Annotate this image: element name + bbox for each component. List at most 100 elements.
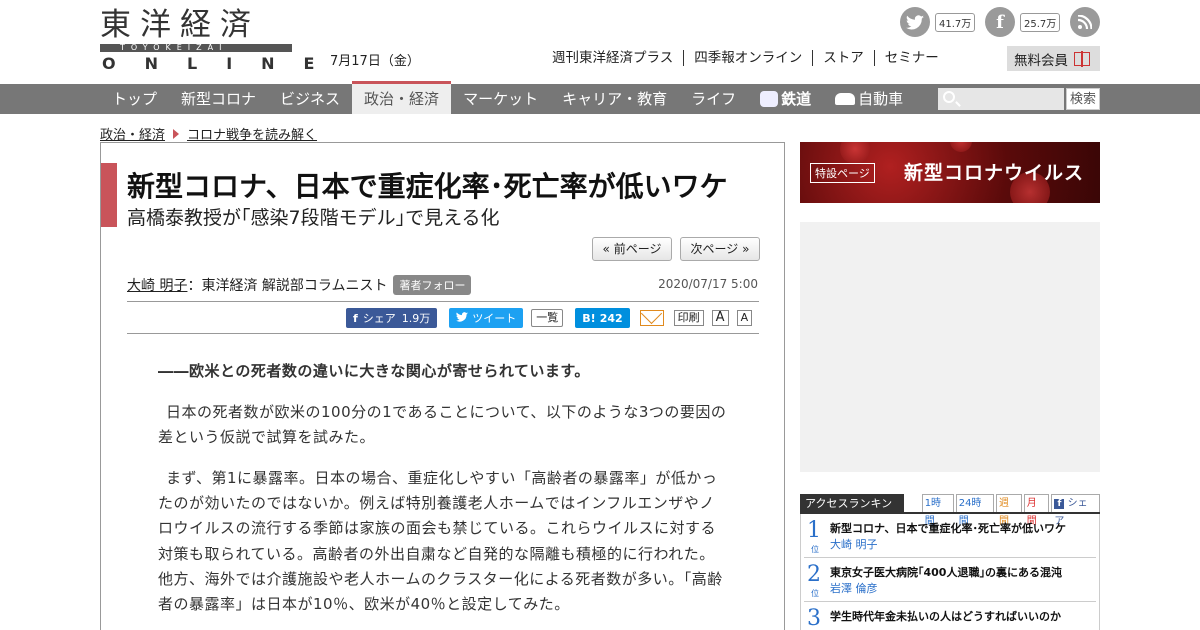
prev-page-button[interactable]: « 前ページ: [592, 237, 672, 261]
rank-number: 3位: [807, 606, 821, 630]
ranking-item[interactable]: 2位 東京女子医大病院｢400人退職｣の裏にある混沌 岩澤 倫彦: [804, 558, 1096, 602]
rank-suffix: 位: [811, 589, 819, 598]
nav-career[interactable]: キャリア・教育: [550, 84, 679, 114]
topnav-store[interactable]: ストア: [812, 50, 874, 66]
facebook-icon: f: [985, 7, 1015, 37]
topnav-seminar[interactable]: セミナー: [873, 50, 949, 66]
twitter-follow[interactable]: 41.7万: [900, 6, 976, 38]
article-lead: ――欧米との死者数の違いに大きな関心が寄せられています。: [158, 362, 590, 380]
print-button[interactable]: 印刷: [673, 310, 704, 326]
twitter-share-icon: [456, 311, 469, 325]
rank-digit: 2: [807, 562, 821, 587]
nav-top[interactable]: トップ: [100, 84, 169, 114]
free-member-button[interactable]: 無料会員: [1007, 46, 1100, 71]
facebook-follow[interactable]: f 25.7万: [985, 6, 1061, 38]
topnav-weekly-plus[interactable]: 週刊東洋経済プラス: [552, 50, 683, 66]
breadcrumb-series[interactable]: コロナ戦争を読み解く: [187, 124, 317, 143]
facebook-icon: f: [1054, 499, 1065, 509]
ranking-item-author[interactable]: 岩澤 倫彦: [830, 580, 878, 596]
ranking-tab-1h[interactable]: 1時間: [921, 494, 954, 527]
ad-slot[interactable]: [800, 222, 1100, 472]
banner-tag: 特設ページ: [810, 163, 875, 183]
rss-icon: [1070, 7, 1100, 37]
font-large-button[interactable]: A: [711, 310, 729, 326]
fb-share-count: 1.9万: [401, 312, 431, 325]
author-affiliation: ：東洋経済 解説部コラムニスト: [187, 278, 388, 294]
nav-politics-economy[interactable]: 政治・経済: [352, 81, 452, 114]
nav-railway-label: 鉄道: [781, 90, 812, 108]
font-small-button[interactable]: A: [736, 310, 753, 326]
nav-automobile[interactable]: 自動車: [823, 84, 915, 114]
ranking-list: 1位 新型コロナ、日本で重症化率･死亡率が低いワケ 大崎 明子 2位 東京女子医…: [800, 514, 1100, 630]
rank-suffix: 位: [811, 545, 819, 554]
ranking-item-title[interactable]: 学生時代年金未払いの人はどうすればいいのか: [830, 608, 1061, 624]
rank-digit: 1: [807, 518, 821, 543]
tweet-button[interactable]: ツイート: [449, 308, 524, 328]
logo-romaji: TOYOKEIZAI: [120, 43, 228, 52]
ranking-tab-weekly[interactable]: 週間: [995, 494, 1022, 527]
ranking-item[interactable]: 1位 新型コロナ、日本で重症化率･死亡率が低いワケ 大崎 明子: [804, 514, 1096, 558]
search-button[interactable]: 検索: [1066, 88, 1100, 110]
fb-share-label: シェア: [362, 312, 396, 325]
rank-number: 2位: [807, 562, 821, 598]
ranking-item[interactable]: 3位 学生時代年金未払いの人はどうすればいいのか: [804, 602, 1096, 630]
ranking-tab-share[interactable]: f シェア: [1051, 494, 1101, 527]
ranking-item-title[interactable]: 新型コロナ、日本で重症化率･死亡率が低いワケ: [830, 520, 1066, 536]
divider: [127, 301, 759, 302]
ranking-tab-24h[interactable]: 24時間: [955, 494, 994, 527]
author-name[interactable]: 大崎 明子: [127, 275, 187, 295]
nav-market[interactable]: マーケット: [451, 84, 550, 114]
next-page-button[interactable]: 次ページ »: [680, 237, 760, 261]
nav-life[interactable]: ライフ: [679, 84, 748, 114]
mail-icon[interactable]: [639, 310, 664, 326]
nav-covid[interactable]: 新型コロナ: [169, 84, 268, 114]
site-logo[interactable]: 東洋経済 TOYOKEIZAI ONLINE: [100, 7, 314, 73]
logo-online: ONLINE: [102, 54, 344, 73]
ranking-tabs: アクセスランキング 1時間 24時間 週間 月間 f シェア: [800, 494, 1101, 530]
hatena-icon: B!: [582, 311, 596, 325]
facebook-share-button[interactable]: f シェア 1.9万: [346, 308, 438, 328]
breadcrumb-politics[interactable]: 政治・経済: [100, 124, 165, 143]
breadcrumb-arrow-icon: [173, 128, 180, 139]
share-bar: f シェア 1.9万 ツイート 一覧 B! 242 印刷 A A: [346, 308, 753, 328]
virus-graphic: [950, 142, 972, 152]
site-header: 東洋経済 TOYOKEIZAI ONLINE 7月17日（金） 41.7万 f …: [0, 0, 1200, 84]
train-icon: [760, 91, 779, 107]
author-line: 大崎 明子 ：東洋経済 解説部コラムニスト 著者フォロー: [127, 275, 472, 295]
tweet-list-link[interactable]: 一覧: [531, 309, 564, 327]
rank-digit: 3: [807, 606, 821, 630]
nav-railway[interactable]: 鉄道: [748, 84, 823, 114]
twitter-icon: [900, 7, 930, 37]
author-follow-button[interactable]: 著者フォロー: [393, 275, 472, 295]
facebook-share-icon: f: [353, 311, 358, 325]
hatena-bookmark-button[interactable]: B! 242: [575, 308, 630, 328]
article-paragraph: まず、第1に暴露率。日本の場合、重症化しやすい「高齢者の暴露率」が低かったのが効…: [158, 469, 723, 614]
article-container: 新型コロナ、日本で重症化率･死亡率が低いワケ 高橋泰教授が｢感染7段階モデル｣で…: [100, 142, 785, 630]
search-icon: [943, 91, 955, 103]
article-title: 新型コロナ、日本で重症化率･死亡率が低いワケ: [127, 170, 728, 203]
access-ranking: アクセスランキング 1時間 24時間 週間 月間 f シェア 1位 新型コロナ、…: [800, 494, 1101, 630]
covid-special-banner[interactable]: 特設ページ 新型コロナウイルス: [800, 142, 1100, 203]
rank-number: 1位: [807, 518, 821, 554]
follow-label: 著者フォロー: [399, 279, 466, 292]
car-icon: [835, 93, 856, 105]
hatena-count: 242: [599, 311, 623, 325]
ranking-tab-monthly[interactable]: 月間: [1023, 494, 1050, 527]
ranking-item-author[interactable]: 大崎 明子: [830, 536, 878, 552]
nav-automobile-label: 自動車: [858, 90, 904, 108]
virus-graphic: [840, 142, 870, 164]
search-input[interactable]: [938, 88, 1064, 110]
divider: [127, 333, 759, 334]
ranking-item-title[interactable]: 東京女子医大病院｢400人退職｣の裏にある混沌: [830, 564, 1062, 580]
rss-link[interactable]: [1070, 6, 1100, 38]
title-accent-bar: [101, 163, 117, 227]
article-paragraph: 日本の死者数が欧米の100分の1であることについて、以下のような3つの要因の差と…: [158, 403, 727, 447]
topnav-shikiho[interactable]: 四季報オンライン: [683, 50, 812, 66]
nav-business[interactable]: ビジネス: [268, 84, 352, 114]
free-member-label: 無料会員: [1014, 52, 1068, 69]
logo-kanji: 東洋経済: [100, 7, 260, 43]
ranking-title: アクセスランキング: [800, 494, 904, 530]
facebook-count: 25.7万: [1020, 12, 1061, 32]
tweet-label: ツイート: [472, 312, 517, 325]
twitter-count: 41.7万: [935, 12, 976, 32]
